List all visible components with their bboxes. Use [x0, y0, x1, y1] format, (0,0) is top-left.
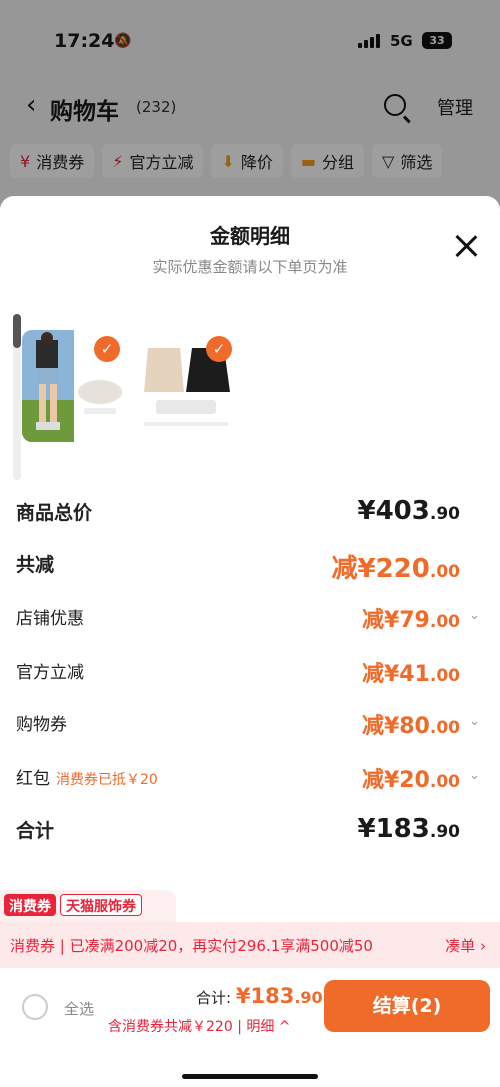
row-value: ¥403.90	[358, 496, 461, 526]
total-amount: ¥183.90	[236, 984, 323, 1008]
scroll-indicator	[13, 314, 21, 480]
row-label: 购物券	[16, 715, 67, 735]
row-value: 减¥79.00	[362, 602, 460, 634]
value-dec: .90	[429, 822, 460, 842]
product-thumb-shoes[interactable]: ✓	[22, 330, 126, 442]
saving-summary: 含消费券共减￥220 | 明细 ^	[108, 1016, 291, 1036]
row-value: 减¥80.00	[362, 708, 460, 740]
checked-icon[interactable]: ✓	[94, 336, 120, 362]
value-dec: .00	[429, 666, 460, 686]
chevron-down-icon[interactable]: ⌄	[469, 768, 480, 783]
row-store-discount[interactable]: 店铺优惠 减¥79.00 ⌄	[0, 598, 500, 638]
total-prefix: ¥	[235, 984, 251, 1008]
value-prefix: 减¥	[361, 714, 400, 739]
total-label: 合计:	[196, 989, 232, 1007]
value-prefix: 减¥	[331, 554, 376, 584]
home-indicator	[182, 1074, 318, 1079]
close-icon[interactable]	[454, 234, 478, 258]
promo-bar: 消费券 | 已凑满200减20，再实付296.1享满500减50 凑单 ›	[0, 922, 500, 968]
value-dec: .90	[429, 504, 460, 524]
red-packet-note: 消费券已抵￥20	[56, 772, 158, 788]
footer-total: 合计: ¥183.90	[196, 984, 323, 1008]
row-value: ¥183.90	[358, 814, 461, 844]
value-prefix: 减¥	[361, 662, 400, 687]
coupon-tag: 消费券	[4, 894, 56, 916]
total-int: 183	[250, 984, 295, 1008]
chevron-down-icon[interactable]: ⌄	[469, 714, 480, 729]
checkout-footer: 全选 合计: ¥183.90 含消费券共减￥220 | 明细 ^ 结算(2)	[0, 968, 500, 1087]
row-label: 商品总价	[16, 502, 93, 524]
row-official-discount: 官方立减 减¥41.00	[0, 652, 500, 692]
row-label: 店铺优惠	[16, 609, 84, 629]
select-all-label[interactable]: 全选	[64, 998, 94, 1019]
value-dec: .00	[429, 772, 460, 792]
row-value: 减¥220.00	[332, 548, 461, 585]
value-int: 183	[375, 814, 430, 844]
row-grand-total: 合计 ¥183.90	[0, 810, 500, 850]
add-items-link[interactable]: 凑单 ›	[445, 935, 486, 956]
value-dec: .00	[429, 718, 460, 738]
row-value: 减¥41.00	[362, 656, 460, 688]
select-all-radio[interactable]	[22, 994, 48, 1020]
row-voucher[interactable]: 购物券 减¥80.00 ⌄	[0, 704, 500, 744]
coupon-tags: 消费券 天猫服饰券	[0, 890, 176, 922]
value-int: 79	[399, 608, 430, 633]
sheet-subtitle: 实际优惠金额请以下单页为准	[152, 258, 348, 276]
value-int: 220	[375, 554, 430, 584]
detail-toggle[interactable]: | 明细 ^	[237, 1019, 290, 1035]
value-int: 80	[399, 714, 430, 739]
tmall-coupon-tag: 天猫服饰券	[60, 894, 142, 916]
product-thumb-skirts[interactable]: ✓	[134, 330, 238, 442]
sheet-title: 金额明细	[210, 224, 290, 248]
checkout-button[interactable]: 结算(2)	[324, 980, 490, 1032]
row-label: 共减	[16, 554, 55, 576]
checked-icon[interactable]: ✓	[206, 336, 232, 362]
row-subtotal: 商品总价 ¥403.90	[0, 492, 500, 532]
promo-text: 消费券 | 已凑满200减20，再实付296.1享满500减50	[10, 937, 373, 955]
chevron-down-icon[interactable]: ⌄	[469, 608, 480, 623]
total-dec: .90	[294, 988, 323, 1007]
row-value: 减¥20.00	[362, 762, 460, 794]
product-thumbnails: ✓ ✓	[22, 330, 238, 442]
red-packet-label: 红包	[16, 769, 50, 789]
row-label: 红包 消费券已抵￥20	[16, 764, 158, 789]
row-label: 合计	[16, 820, 55, 842]
saving-text: 含消费券共减￥220	[108, 1019, 233, 1035]
row-total-off: 共减 减¥220.00	[0, 544, 500, 584]
value-int: 41	[399, 662, 430, 687]
value-prefix: ¥	[357, 496, 376, 526]
value-prefix: 减¥	[361, 768, 400, 793]
value-dec: .00	[429, 562, 460, 582]
value-int: 20	[399, 768, 430, 793]
value-prefix: ¥	[357, 814, 376, 844]
value-int: 403	[375, 496, 430, 526]
row-label: 官方立减	[16, 663, 84, 683]
row-red-packet[interactable]: 红包 消费券已抵￥20 减¥20.00 ⌄	[0, 758, 500, 798]
value-dec: .00	[429, 612, 460, 632]
value-prefix: 减¥	[361, 608, 400, 633]
